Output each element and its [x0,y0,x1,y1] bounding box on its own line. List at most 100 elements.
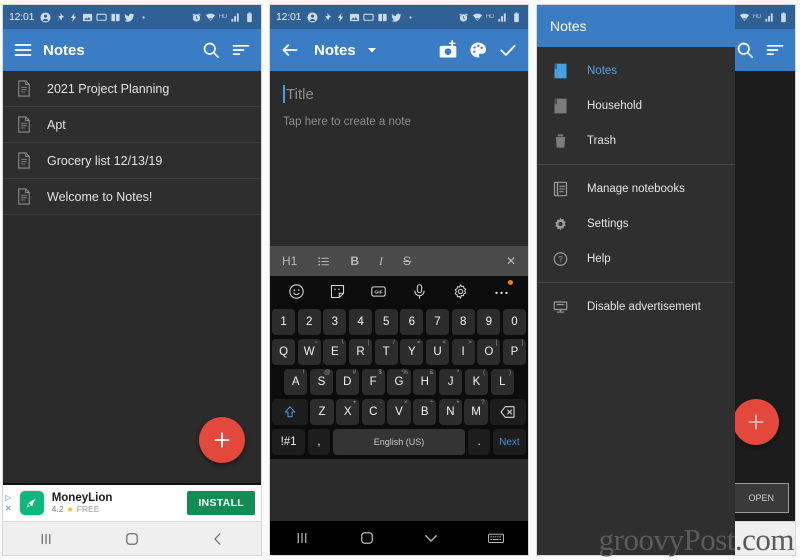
add-photo-icon[interactable] [438,40,458,60]
search-icon[interactable] [735,40,755,60]
key[interactable]: 3 [323,309,347,335]
recents-icon[interactable] [293,529,311,547]
search-icon[interactable] [201,40,221,60]
ad-choices-icon[interactable]: ▷ [5,493,12,502]
key[interactable]: $ F [361,369,385,395]
ad-close-icon[interactable]: ✕ [5,504,12,513]
back-icon[interactable] [209,530,227,548]
key[interactable]: Q [271,339,296,365]
note-body-placeholder[interactable]: Tap here to create a note [283,116,515,128]
recents-icon[interactable] [37,530,55,548]
key[interactable]: 6 [400,309,424,335]
wifi-icon [472,13,483,21]
symbols-key[interactable]: !#1 [272,429,306,455]
backspace-key[interactable] [490,399,527,425]
list-icon[interactable] [317,255,330,268]
strikethrough-button[interactable]: S [403,254,411,268]
key-label: I [461,346,465,358]
keyboard-switch-icon[interactable] [487,529,505,547]
drawer-item-manage-notebooks[interactable]: Manage notebooks [537,171,735,206]
note-list-item[interactable]: 2021 Project Planning [3,71,261,107]
space-key[interactable]: English (US) [332,429,466,455]
gif-icon[interactable]: GIF [370,283,387,300]
key[interactable]: / T [374,339,398,365]
period-key[interactable]: . [467,429,491,455]
manage-notebooks-icon [553,181,568,196]
emoji-icon[interactable] [288,283,305,300]
add-note-fab[interactable] [199,417,245,463]
drawer-item-help[interactable]: ? Help [537,241,735,276]
document-icon [18,188,30,205]
key[interactable]: 0 [502,309,527,335]
key-sub: ~ [314,340,318,346]
key[interactable]: 5 [374,309,398,335]
check-icon[interactable] [498,40,518,60]
key[interactable]: 8 [451,309,475,335]
key[interactable]: = Y [400,339,424,365]
ad-install-button[interactable]: INSTALL [187,491,255,515]
note-list-item[interactable]: Welcome to Notes! [3,179,261,215]
sort-icon[interactable] [765,40,785,60]
key[interactable]: \ E [323,339,347,365]
key[interactable]: + X [336,399,360,425]
key[interactable]: ~ W [297,339,321,365]
hamburger-icon[interactable] [13,40,33,60]
more-icon[interactable] [493,279,513,300]
home-icon[interactable] [123,530,141,548]
drawer-item-trash[interactable]: Trash [537,123,735,158]
key[interactable]: Z [310,399,334,425]
settings-icon[interactable] [452,283,469,300]
key[interactable]: 2 [297,309,321,335]
add-note-fab[interactable] [733,399,779,445]
key[interactable]: -C [361,399,385,425]
chevron-down-icon[interactable] [366,44,378,56]
key[interactable]: • N [438,399,462,425]
comma-key[interactable]: , [307,429,331,455]
ad-banner[interactable]: ▷ ✕ MoneyLion 4.2 ★ FREE INSTALL [3,483,261,521]
key[interactable]: [O [477,339,501,365]
key[interactable]: * J [438,369,463,395]
key[interactable]: × V [387,399,411,425]
note-title-field[interactable]: Title [283,85,515,103]
note-list-item[interactable]: Grocery list 12/13/19 [3,143,261,179]
drawer-item-notes[interactable]: Notes [537,53,735,88]
key[interactable]: 7 [425,309,450,335]
enter-key[interactable]: Next [492,429,527,455]
key[interactable]: 4 [348,309,373,335]
open-button[interactable]: OPEN [733,483,789,513]
key[interactable]: 9 [477,309,501,335]
key[interactable]: (K [464,369,489,395]
heading-button[interactable]: H1 [282,254,297,268]
key[interactable]: 1 [271,309,296,335]
bold-button[interactable]: B [350,254,359,268]
close-format-bar-icon[interactable]: ✕ [506,254,516,268]
palette-icon[interactable] [468,40,488,60]
key[interactable]: ? M [464,399,488,425]
back-arrow-icon[interactable] [280,40,300,60]
sort-icon[interactable] [231,40,251,60]
drawer-item-settings[interactable]: Settings [537,206,735,241]
sticker-icon[interactable] [329,283,346,300]
hide-keyboard-icon[interactable] [422,529,440,547]
home-icon[interactable] [358,529,376,547]
drawer-item-disable-advertisement[interactable]: Disable advertisement [537,289,735,324]
key[interactable]: ) L [490,369,514,395]
note-list-item[interactable]: Apt [3,107,261,143]
drawer-item-household[interactable]: Household [537,88,735,123]
italic-button[interactable]: I [379,254,383,269]
key-sub: | [367,340,370,346]
key[interactable]: | R [348,339,373,365]
key[interactable]: < U [425,339,450,365]
key[interactable]: # D [335,369,359,395]
key[interactable]: & H [413,369,437,395]
key[interactable]: @ S [309,369,334,395]
key[interactable]: % G [387,369,411,395]
key[interactable]: ! A [284,369,308,395]
shift-key[interactable] [272,399,308,425]
key[interactable]: > I [451,339,475,365]
note-editor[interactable]: Title Tap here to create a note [270,71,528,246]
microphone-icon[interactable] [411,283,428,300]
key[interactable]: ] P [502,339,527,365]
key[interactable]: ÷ B [413,399,437,425]
key-sub: • [456,400,459,406]
